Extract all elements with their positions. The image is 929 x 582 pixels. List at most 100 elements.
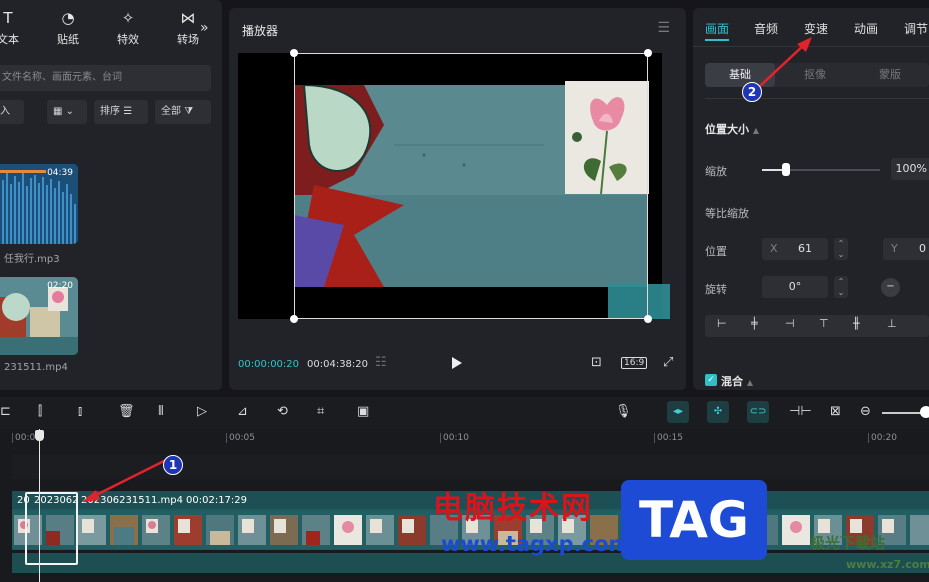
view-mode-button[interactable]: ▦ ⌄: [47, 100, 87, 124]
menu-icon[interactable]: ☰: [657, 20, 670, 36]
section-blend[interactable]: 混合 ▲: [721, 373, 753, 389]
watermark-tag-logo: TAG: [621, 480, 767, 560]
tab-text[interactable]: T 文本: [0, 8, 38, 48]
scale-value-field[interactable]: 100%: [891, 158, 929, 180]
collapse-icon: ▲: [752, 126, 759, 135]
collapse-icon: ▲: [746, 378, 753, 387]
section-title: 位置大小: [705, 123, 749, 136]
transition-icon: ⋈: [180, 9, 196, 27]
fit-screen-icon[interactable]: ⊡: [591, 355, 602, 370]
tag-text: TAG: [639, 491, 749, 549]
tab-speed[interactable]: 变速: [804, 20, 828, 37]
watermark-brand-url: www.xz7.com: [846, 558, 929, 571]
image-icon[interactable]: ▣: [357, 404, 369, 419]
ruler-tick: [868, 433, 869, 443]
player-panel: 播放器 ☰ 00:00:00:20 00:04:38:20 ☷ ⊡ 16:9 ⤢: [229, 8, 686, 390]
tab-label: 特效: [117, 33, 139, 46]
select-icon[interactable]: ⊏: [0, 404, 11, 419]
rotate-icon[interactable]: ⟲: [277, 404, 288, 419]
resize-handle[interactable]: [290, 315, 298, 323]
divider: [693, 46, 929, 47]
crop-icon[interactable]: ⌗: [317, 404, 324, 419]
chevron-down-icon: ⌄: [65, 106, 75, 117]
subtab-basic[interactable]: 基础: [705, 63, 775, 87]
align-bottom-icon[interactable]: ⊥: [887, 317, 897, 330]
tab-effects[interactable]: ✧ 特效: [98, 8, 158, 48]
sticker-icon: ◔: [61, 9, 75, 27]
playhead-line[interactable]: [39, 429, 40, 582]
import-button[interactable]: 入: [0, 100, 24, 124]
zoom-out-icon[interactable]: ⊖: [860, 404, 871, 419]
rotate-field[interactable]: 0°: [762, 276, 828, 298]
playhead-handle[interactable]: [35, 430, 44, 441]
position-y-field[interactable]: Y 0: [883, 238, 929, 260]
resize-handle[interactable]: [290, 49, 298, 57]
play-button[interactable]: [452, 357, 462, 369]
tab-picture[interactable]: 画面: [705, 20, 729, 37]
align-vcenter-icon[interactable]: ╫: [853, 317, 860, 330]
media-panel: T 文本 ◔ 贴纸 ✧ 特效 ⋈ 转场 » 文件名称、画面元素、台词 入 ▦ ⌄…: [0, 0, 222, 390]
y-key: Y: [891, 242, 898, 255]
tab-label: 文本: [0, 33, 19, 46]
freeze-frame-icon[interactable]: ⦀: [158, 404, 164, 419]
active-tab-underline: [705, 39, 729, 41]
step-badge-2: 2: [742, 82, 762, 102]
tab-adjust[interactable]: 调节: [904, 20, 928, 37]
audio-track-strip: [12, 553, 929, 573]
media-item-audio[interactable]: 04:39: [0, 164, 78, 244]
media-item-video[interactable]: 02:20: [0, 277, 78, 355]
scale-slider-handle[interactable]: [782, 163, 790, 176]
selection-box[interactable]: [294, 53, 648, 319]
media-search-input[interactable]: 文件名称、画面元素、台词: [0, 65, 211, 91]
subtab-mask[interactable]: 蒙版: [855, 63, 925, 87]
rotate-stepper[interactable]: ⌃ ⌄: [834, 276, 848, 298]
tab-animation[interactable]: 动画: [854, 20, 878, 37]
main-track-magnet-icon[interactable]: ◂▸: [667, 401, 689, 423]
preview-axis-icon[interactable]: ⊣⊢: [789, 404, 812, 419]
ruler-label: 00:05: [229, 433, 255, 443]
position-x-field[interactable]: X 61: [762, 238, 828, 260]
more-tabs-button[interactable]: »: [200, 20, 209, 36]
ruler-tick: [226, 433, 227, 443]
aspect-ratio-button[interactable]: 16:9: [621, 357, 648, 369]
thumbnail-icon[interactable]: ⊠: [830, 404, 841, 419]
section-title: 混合: [721, 375, 743, 388]
align-hcenter-icon[interactable]: ╪: [751, 317, 758, 330]
resize-handle[interactable]: [644, 315, 652, 323]
uniform-scale-label: 等比缩放: [705, 207, 749, 220]
mirror-icon[interactable]: ⊿: [237, 404, 248, 419]
blend-checkbox[interactable]: ✓: [705, 374, 717, 386]
reverse-play-icon[interactable]: ▷: [197, 404, 207, 419]
filter-button[interactable]: 全部 ⧩: [155, 100, 211, 124]
sort-button[interactable]: 排序 ☰: [94, 100, 148, 124]
align-left-icon[interactable]: ⊢: [717, 317, 727, 330]
resize-handle[interactable]: [644, 49, 652, 57]
tab-label: 转场: [177, 33, 199, 46]
empty-track: [12, 455, 929, 479]
section-position-size[interactable]: 位置大小 ▲: [705, 121, 759, 137]
auto-snap-icon[interactable]: ✣: [707, 401, 729, 423]
position-label: 位置: [705, 245, 727, 258]
zoom-slider-handle[interactable]: [920, 406, 929, 418]
microphone-icon[interactable]: 🎙: [615, 404, 632, 419]
picture-subtabs: 基础 抠像 蒙版: [705, 63, 929, 87]
fullscreen-icon[interactable]: ⤢: [663, 355, 673, 370]
link-icon[interactable]: ⊂⊃: [747, 401, 769, 423]
timecode-grid-icon[interactable]: ☷: [375, 355, 387, 370]
selected-clip-segment[interactable]: [25, 492, 78, 565]
subtab-matting[interactable]: 抠像: [780, 63, 850, 87]
divider: [705, 98, 929, 99]
tab-transition[interactable]: ⋈ 转场: [158, 8, 218, 48]
delete-icon[interactable]: 🗑: [118, 404, 135, 419]
rotate-knob[interactable]: −: [881, 278, 900, 297]
align-top-icon[interactable]: ⊤: [819, 317, 829, 330]
tab-sticker[interactable]: ◔ 贴纸: [38, 8, 98, 48]
tab-audio[interactable]: 音频: [754, 20, 778, 37]
split-icon[interactable]: ⫿: [38, 404, 42, 419]
media-duration: 04:39: [47, 168, 73, 178]
x-stepper[interactable]: ⌃ ⌄: [834, 238, 848, 260]
sort-label: 排序: [100, 106, 120, 117]
split-right-icon[interactable]: ⫾: [78, 404, 82, 419]
import-label: 入: [0, 106, 10, 117]
align-right-icon[interactable]: ⊣: [785, 317, 795, 330]
